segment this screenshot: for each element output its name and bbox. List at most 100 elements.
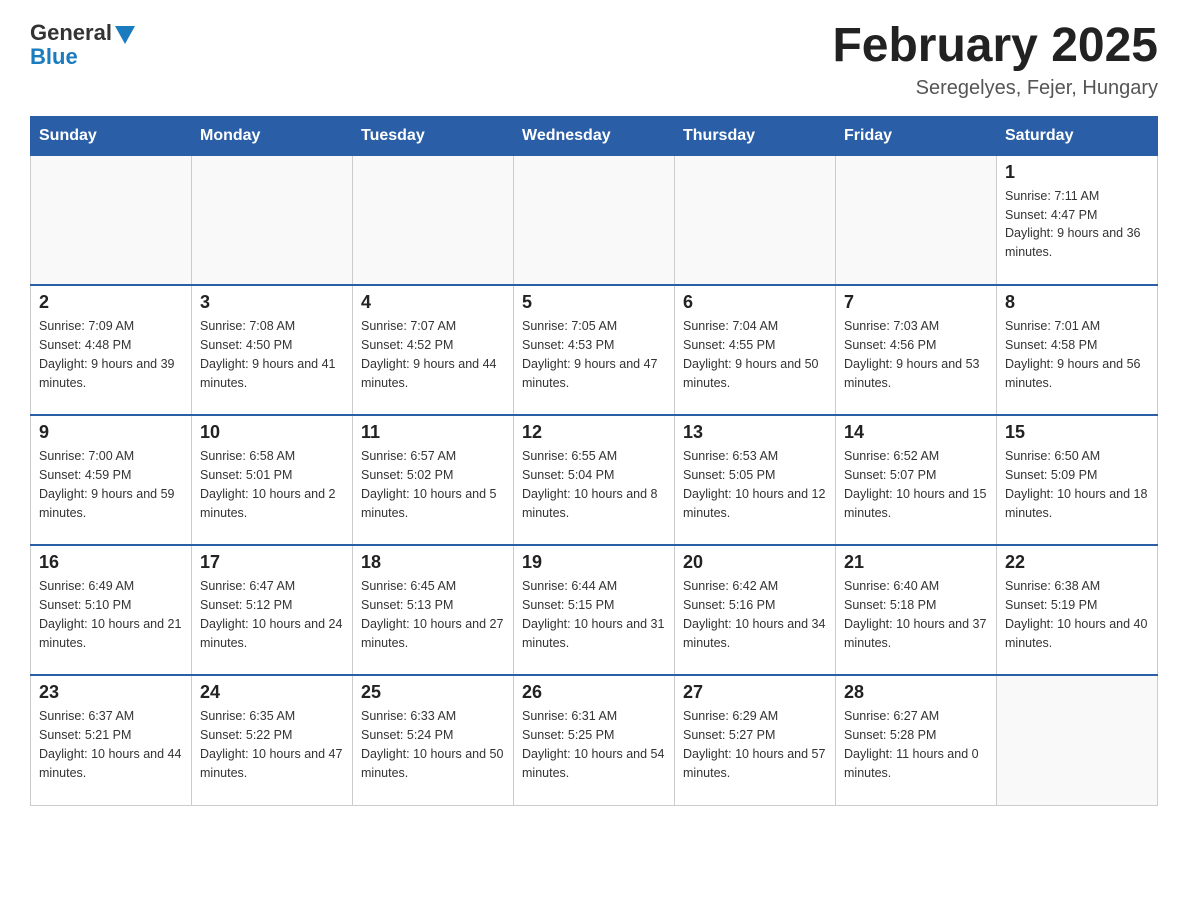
day-info: Sunrise: 7:01 AMSunset: 4:58 PMDaylight:…	[1005, 317, 1149, 392]
calendar-header-row: SundayMondayTuesdayWednesdayThursdayFrid…	[31, 116, 1158, 155]
calendar-day-cell: 11 Sunrise: 6:57 AMSunset: 5:02 PMDayligh…	[353, 415, 514, 545]
calendar-day-cell	[31, 155, 192, 285]
day-info: Sunrise: 7:08 AMSunset: 4:50 PMDaylight:…	[200, 317, 344, 392]
day-number: 14	[844, 422, 988, 443]
calendar-week-row: 1 Sunrise: 7:11 AMSunset: 4:47 PMDaylight…	[31, 155, 1158, 285]
calendar-day-cell	[514, 155, 675, 285]
day-number: 5	[522, 292, 666, 313]
calendar-week-row: 2Sunrise: 7:09 AMSunset: 4:48 PMDaylight…	[31, 285, 1158, 415]
calendar-title: February 2025	[832, 20, 1158, 73]
day-info: Sunrise: 6:47 AMSunset: 5:12 PMDaylight:…	[200, 577, 344, 652]
day-info: Sunrise: 7:05 AMSunset: 4:53 PMDaylight:…	[522, 317, 666, 392]
calendar-day-cell: 8 Sunrise: 7:01 AMSunset: 4:58 PMDaylight…	[997, 285, 1158, 415]
calendar-day-cell: 6 Sunrise: 7:04 AMSunset: 4:55 PMDaylight…	[675, 285, 836, 415]
day-number: 7	[844, 292, 988, 313]
calendar-day-cell: 24 Sunrise: 6:35 AMSunset: 5:22 PMDayligh…	[192, 675, 353, 805]
day-number: 22	[1005, 552, 1149, 573]
calendar-subtitle: Seregelyes, Fejer, Hungary	[832, 77, 1158, 100]
day-number: 1	[1005, 162, 1149, 183]
day-info: Sunrise: 6:35 AMSunset: 5:22 PMDaylight:…	[200, 707, 344, 782]
day-number: 17	[200, 552, 344, 573]
day-header-monday: Monday	[192, 116, 353, 155]
calendar-day-cell: 18 Sunrise: 6:45 AMSunset: 5:13 PMDayligh…	[353, 545, 514, 675]
day-info: Sunrise: 7:07 AMSunset: 4:52 PMDaylight:…	[361, 317, 505, 392]
day-number: 21	[844, 552, 988, 573]
day-number: 12	[522, 422, 666, 443]
calendar-day-cell: 15Sunrise: 6:50 AMSunset: 5:09 PMDayligh…	[997, 415, 1158, 545]
day-info: Sunrise: 6:57 AMSunset: 5:02 PMDaylight:…	[361, 447, 505, 522]
calendar-day-cell	[836, 155, 997, 285]
day-header-sunday: Sunday	[31, 116, 192, 155]
calendar-day-cell: 19 Sunrise: 6:44 AMSunset: 5:15 PMDayligh…	[514, 545, 675, 675]
calendar-day-cell: 20Sunrise: 6:42 AMSunset: 5:16 PMDayligh…	[675, 545, 836, 675]
day-info: Sunrise: 6:40 AMSunset: 5:18 PMDaylight:…	[844, 577, 988, 652]
calendar-day-cell	[192, 155, 353, 285]
calendar-day-cell: 27 Sunrise: 6:29 AMSunset: 5:27 PMDayligh…	[675, 675, 836, 805]
calendar-week-row: 16 Sunrise: 6:49 AMSunset: 5:10 PMDayligh…	[31, 545, 1158, 675]
day-info: Sunrise: 6:29 AMSunset: 5:27 PMDaylight:…	[683, 707, 827, 782]
day-number: 26	[522, 682, 666, 703]
day-number: 18	[361, 552, 505, 573]
calendar-day-cell: 4 Sunrise: 7:07 AMSunset: 4:52 PMDaylight…	[353, 285, 514, 415]
day-info: Sunrise: 6:37 AMSunset: 5:21 PMDaylight:…	[39, 707, 183, 782]
day-info: Sunrise: 6:31 AMSunset: 5:25 PMDaylight:…	[522, 707, 666, 782]
day-info: Sunrise: 7:03 AMSunset: 4:56 PMDaylight:…	[844, 317, 988, 392]
day-info: Sunrise: 6:55 AMSunset: 5:04 PMDaylight:…	[522, 447, 666, 522]
calendar-day-cell: 17 Sunrise: 6:47 AMSunset: 5:12 PMDayligh…	[192, 545, 353, 675]
day-number: 4	[361, 292, 505, 313]
day-number: 8	[1005, 292, 1149, 313]
day-info: Sunrise: 7:04 AMSunset: 4:55 PMDaylight:…	[683, 317, 827, 392]
day-info: Sunrise: 6:38 AMSunset: 5:19 PMDaylight:…	[1005, 577, 1149, 652]
day-header-wednesday: Wednesday	[514, 116, 675, 155]
day-header-saturday: Saturday	[997, 116, 1158, 155]
day-number: 23	[39, 682, 183, 703]
day-number: 11	[361, 422, 505, 443]
calendar-day-cell: 21 Sunrise: 6:40 AMSunset: 5:18 PMDayligh…	[836, 545, 997, 675]
title-section: February 2025 Seregelyes, Fejer, Hungary	[832, 20, 1158, 100]
calendar-week-row: 9 Sunrise: 7:00 AMSunset: 4:59 PMDaylight…	[31, 415, 1158, 545]
calendar-week-row: 23 Sunrise: 6:37 AMSunset: 5:21 PMDayligh…	[31, 675, 1158, 805]
calendar-day-cell: 28 Sunrise: 6:27 AMSunset: 5:28 PMDayligh…	[836, 675, 997, 805]
day-number: 6	[683, 292, 827, 313]
day-number: 13	[683, 422, 827, 443]
day-info: Sunrise: 6:52 AMSunset: 5:07 PMDaylight:…	[844, 447, 988, 522]
logo-blue-text: Blue	[30, 44, 78, 70]
day-info: Sunrise: 6:45 AMSunset: 5:13 PMDaylight:…	[361, 577, 505, 652]
day-info: Sunrise: 7:00 AMSunset: 4:59 PMDaylight:…	[39, 447, 183, 522]
calendar-day-cell: 7 Sunrise: 7:03 AMSunset: 4:56 PMDaylight…	[836, 285, 997, 415]
calendar-day-cell: 5 Sunrise: 7:05 AMSunset: 4:53 PMDaylight…	[514, 285, 675, 415]
calendar-day-cell: 25Sunrise: 6:33 AMSunset: 5:24 PMDayligh…	[353, 675, 514, 805]
calendar-day-cell: 23 Sunrise: 6:37 AMSunset: 5:21 PMDayligh…	[31, 675, 192, 805]
day-number: 24	[200, 682, 344, 703]
day-info: Sunrise: 6:27 AMSunset: 5:28 PMDaylight:…	[844, 707, 988, 782]
calendar-day-cell: 12 Sunrise: 6:55 AMSunset: 5:04 PMDayligh…	[514, 415, 675, 545]
calendar-day-cell: 1 Sunrise: 7:11 AMSunset: 4:47 PMDaylight…	[997, 155, 1158, 285]
day-number: 28	[844, 682, 988, 703]
day-number: 3	[200, 292, 344, 313]
day-number: 9	[39, 422, 183, 443]
day-info: Sunrise: 6:44 AMSunset: 5:15 PMDaylight:…	[522, 577, 666, 652]
day-number: 10	[200, 422, 344, 443]
day-info: Sunrise: 6:42 AMSunset: 5:16 PMDaylight:…	[683, 577, 827, 652]
day-info: Sunrise: 6:49 AMSunset: 5:10 PMDaylight:…	[39, 577, 183, 652]
calendar-day-cell: 9 Sunrise: 7:00 AMSunset: 4:59 PMDaylight…	[31, 415, 192, 545]
day-number: 19	[522, 552, 666, 573]
day-header-friday: Friday	[836, 116, 997, 155]
day-info: Sunrise: 7:11 AMSunset: 4:47 PMDaylight:…	[1005, 187, 1149, 262]
logo: General Blue	[30, 20, 135, 70]
calendar-day-cell: 26 Sunrise: 6:31 AMSunset: 5:25 PMDayligh…	[514, 675, 675, 805]
day-number: 27	[683, 682, 827, 703]
day-number: 16	[39, 552, 183, 573]
calendar-day-cell: 13Sunrise: 6:53 AMSunset: 5:05 PMDayligh…	[675, 415, 836, 545]
calendar-day-cell: 16 Sunrise: 6:49 AMSunset: 5:10 PMDayligh…	[31, 545, 192, 675]
calendar-day-cell: 3 Sunrise: 7:08 AMSunset: 4:50 PMDaylight…	[192, 285, 353, 415]
calendar-day-cell	[353, 155, 514, 285]
logo-general-text: General	[30, 20, 112, 46]
calendar-day-cell	[997, 675, 1158, 805]
day-info: Sunrise: 7:09 AMSunset: 4:48 PMDaylight:…	[39, 317, 183, 392]
page-header: General Blue February 2025 Seregelyes, F…	[30, 20, 1158, 100]
logo-triangle-icon	[115, 26, 135, 44]
day-info: Sunrise: 6:58 AMSunset: 5:01 PMDaylight:…	[200, 447, 344, 522]
calendar-day-cell: 14 Sunrise: 6:52 AMSunset: 5:07 PMDayligh…	[836, 415, 997, 545]
calendar-table: SundayMondayTuesdayWednesdayThursdayFrid…	[30, 116, 1158, 806]
